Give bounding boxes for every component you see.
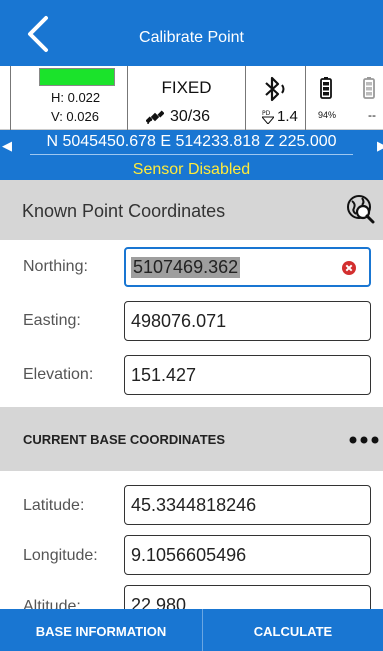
position-readout: ◀ N 5045450.678 E 514233.818 Z 225.000 ▶…	[0, 130, 383, 180]
fix-cell[interactable]: FIXED 30/36	[128, 66, 246, 130]
longitude-field[interactable]: 9.1056605496	[124, 535, 371, 575]
elevation-label: Elevation:	[23, 366, 94, 383]
bluetooth-cell[interactable]: PD 1.4	[246, 66, 306, 130]
longitude-label: Longitude:	[23, 547, 98, 564]
more-options-icon[interactable]	[349, 435, 383, 445]
easting-value: 498076.071	[131, 311, 227, 331]
dop-icon: PD	[262, 110, 274, 124]
latitude-label: Latitude:	[23, 497, 85, 514]
precision-cell[interactable]: H: 0.022 V: 0.026	[10, 66, 128, 130]
elevation-field[interactable]: 151.427	[124, 355, 371, 395]
easting-field[interactable]: 498076.071	[124, 301, 371, 341]
gnss-status-panel: H: 0.022 V: 0.026 FIXED 30/36 PD 1.4 94%…	[0, 66, 383, 130]
longitude-value: 9.1056605496	[131, 545, 247, 565]
northing-value: 5107469.362	[131, 257, 241, 278]
easting-label: Easting:	[23, 312, 81, 329]
divider	[30, 154, 353, 155]
latitude-field[interactable]: 45.3344818246	[124, 485, 371, 525]
satellite-count-group: 30/36	[146, 108, 210, 126]
pdop-value: 1.4	[277, 108, 298, 125]
battery-secondary-icon	[363, 77, 375, 99]
globe-search-icon[interactable]	[344, 194, 376, 224]
page-title: Calibrate Point	[139, 29, 244, 46]
calculate-button[interactable]: CALCULATE	[203, 609, 383, 651]
known-point-header: Known Point Coordinates	[0, 180, 383, 240]
base-information-button[interactable]: BASE INFORMATION	[0, 609, 203, 651]
arrow-right-icon: ▶	[377, 138, 383, 153]
clear-icon[interactable]	[342, 261, 356, 275]
battery-cell[interactable]: 94% --	[306, 66, 383, 130]
base-coordinates-header: CURRENT BASE COORDINATES	[0, 407, 383, 471]
fix-type: FIXED	[161, 78, 212, 97]
battery-secondary-status: --	[368, 108, 376, 122]
satellite-icon	[146, 110, 164, 125]
known-point-title: Known Point Coordinates	[22, 201, 226, 221]
app-bar: Calibrate Point	[0, 0, 383, 66]
current-position: N 5045450.678 E 514233.818 Z 225.000	[46, 133, 337, 150]
battery-icon	[320, 77, 332, 99]
northing-field[interactable]: 5107469.362	[124, 247, 371, 287]
pdop-group: PD 1.4	[262, 108, 298, 125]
satellite-count: 30/36	[170, 108, 211, 125]
svg-text:PD: PD	[262, 110, 271, 117]
bluetooth-icon	[265, 76, 285, 102]
elevation-value: 151.427	[131, 365, 197, 385]
base-coordinates-title: CURRENT BASE COORDINATES	[23, 432, 225, 447]
vertical-precision: V: 0.026	[51, 109, 99, 124]
bottom-action-bar: BASE INFORMATION CALCULATE	[0, 609, 383, 651]
quality-indicator	[39, 68, 115, 86]
battery-percent: 94%	[318, 110, 337, 120]
horizontal-precision: H: 0.022	[51, 90, 101, 105]
sensor-status: Sensor Disabled	[132, 161, 251, 178]
latitude-value: 45.3344818246	[131, 495, 257, 515]
northing-label: Northing:	[23, 258, 88, 275]
